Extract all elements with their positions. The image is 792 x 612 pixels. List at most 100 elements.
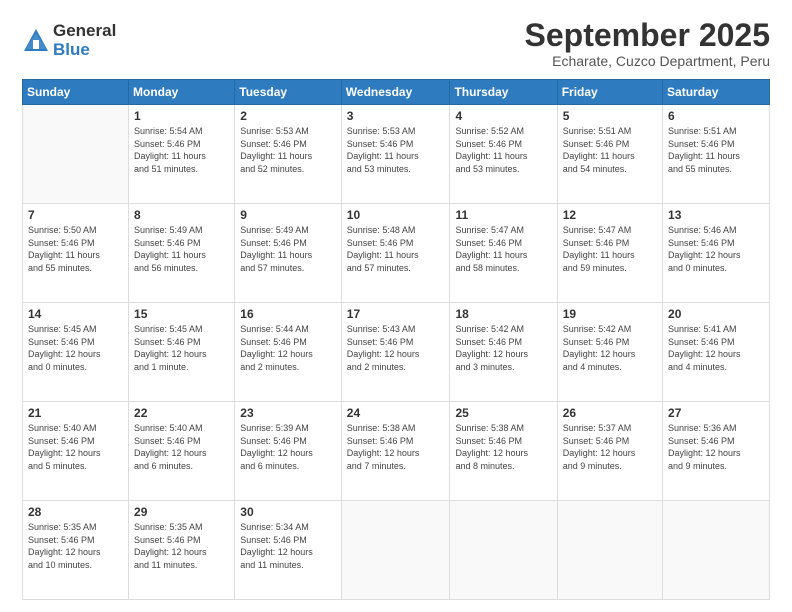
calendar-cell: 14 Sunrise: 5:45 AM Sunset: 5:46 PM Dayli… [23,303,129,402]
day-number: 14 [28,307,123,321]
calendar-cell: 18 Sunrise: 5:42 AM Sunset: 5:46 PM Dayli… [450,303,557,402]
day-number: 24 [347,406,445,420]
calendar-body: 1 Sunrise: 5:54 AM Sunset: 5:46 PM Daylig… [23,105,770,600]
day-header-sunday: Sunday [23,80,129,105]
day-info: Sunrise: 5:49 AM Sunset: 5:46 PM Dayligh… [240,224,336,274]
logo-blue: Blue [53,41,116,60]
day-info: Sunrise: 5:47 AM Sunset: 5:46 PM Dayligh… [455,224,551,274]
calendar-cell: 17 Sunrise: 5:43 AM Sunset: 5:46 PM Dayli… [341,303,450,402]
calendar-cell: 22Sunrise: 5:40 AM Sunset: 5:46 PM Dayli… [129,402,235,501]
calendar: SundayMondayTuesdayWednesdayThursdayFrid… [22,79,770,600]
day-header-tuesday: Tuesday [235,80,342,105]
calendar-cell: 15Sunrise: 5:45 AM Sunset: 5:46 PM Dayli… [129,303,235,402]
calendar-cell: 5 Sunrise: 5:51 AM Sunset: 5:46 PM Daylig… [557,105,662,204]
calendar-cell: 6Sunrise: 5:51 AM Sunset: 5:46 PM Daylig… [663,105,770,204]
calendar-cell: 9Sunrise: 5:49 AM Sunset: 5:46 PM Daylig… [235,204,342,303]
day-number: 29 [134,505,229,519]
calendar-cell: 24 Sunrise: 5:38 AM Sunset: 5:46 PM Dayli… [341,402,450,501]
day-info: Sunrise: 5:35 AM Sunset: 5:46 PM Dayligh… [28,521,123,571]
day-number: 3 [347,109,445,123]
day-number: 6 [668,109,764,123]
day-number: 1 [134,109,229,123]
day-info: Sunrise: 5:49 AM Sunset: 5:46 PM Dayligh… [134,224,229,274]
logo-general: General [53,22,116,41]
day-info: Sunrise: 5:50 AM Sunset: 5:46 PM Dayligh… [28,224,123,274]
day-number: 30 [240,505,336,519]
calendar-cell [450,501,557,600]
day-number: 13 [668,208,764,222]
day-number: 18 [455,307,551,321]
day-header-saturday: Saturday [663,80,770,105]
calendar-cell: 1 Sunrise: 5:54 AM Sunset: 5:46 PM Daylig… [129,105,235,204]
calendar-header: SundayMondayTuesdayWednesdayThursdayFrid… [23,80,770,105]
day-info: Sunrise: 5:36 AM Sunset: 5:46 PM Dayligh… [668,422,764,472]
week-row-4: 28 Sunrise: 5:35 AM Sunset: 5:46 PM Dayli… [23,501,770,600]
day-info: Sunrise: 5:53 AM Sunset: 5:46 PM Dayligh… [240,125,336,175]
calendar-cell [23,105,129,204]
day-number: 16 [240,307,336,321]
day-number: 12 [563,208,657,222]
calendar-cell: 11Sunrise: 5:47 AM Sunset: 5:46 PM Dayli… [450,204,557,303]
calendar-cell: 2 Sunrise: 5:53 AM Sunset: 5:46 PM Daylig… [235,105,342,204]
day-info: Sunrise: 5:52 AM Sunset: 5:46 PM Dayligh… [455,125,551,175]
week-row-2: 14 Sunrise: 5:45 AM Sunset: 5:46 PM Dayli… [23,303,770,402]
day-number: 4 [455,109,551,123]
day-number: 20 [668,307,764,321]
calendar-cell: 8Sunrise: 5:49 AM Sunset: 5:46 PM Daylig… [129,204,235,303]
week-row-0: 1 Sunrise: 5:54 AM Sunset: 5:46 PM Daylig… [23,105,770,204]
calendar-cell [663,501,770,600]
day-info: Sunrise: 5:43 AM Sunset: 5:46 PM Dayligh… [347,323,445,373]
day-header-wednesday: Wednesday [341,80,450,105]
calendar-cell: 23Sunrise: 5:39 AM Sunset: 5:46 PM Dayli… [235,402,342,501]
day-number: 10 [347,208,445,222]
calendar-cell: 20 Sunrise: 5:41 AM Sunset: 5:46 PM Dayli… [663,303,770,402]
day-info: Sunrise: 5:51 AM Sunset: 5:46 PM Dayligh… [563,125,657,175]
day-info: Sunrise: 5:42 AM Sunset: 5:46 PM Dayligh… [563,323,657,373]
day-number: 2 [240,109,336,123]
title-block: September 2025 Echarate, Cuzco Departmen… [525,18,770,69]
calendar-cell: 10 Sunrise: 5:48 AM Sunset: 5:46 PM Dayli… [341,204,450,303]
day-info: Sunrise: 5:35 AM Sunset: 5:46 PM Dayligh… [134,521,229,571]
calendar-cell: 19 Sunrise: 5:42 AM Sunset: 5:46 PM Dayli… [557,303,662,402]
location-subtitle: Echarate, Cuzco Department, Peru [525,53,770,69]
calendar-cell: 12 Sunrise: 5:47 AM Sunset: 5:46 PM Dayli… [557,204,662,303]
day-number: 27 [668,406,764,420]
logo-text: General Blue [53,22,116,59]
day-info: Sunrise: 5:46 AM Sunset: 5:46 PM Dayligh… [668,224,764,274]
calendar-cell: 16 Sunrise: 5:44 AM Sunset: 5:46 PM Dayli… [235,303,342,402]
calendar-cell: 3 Sunrise: 5:53 AM Sunset: 5:46 PM Daylig… [341,105,450,204]
day-number: 25 [455,406,551,420]
day-info: Sunrise: 5:48 AM Sunset: 5:46 PM Dayligh… [347,224,445,274]
calendar-cell: 27 Sunrise: 5:36 AM Sunset: 5:46 PM Dayli… [663,402,770,501]
day-number: 19 [563,307,657,321]
day-info: Sunrise: 5:41 AM Sunset: 5:46 PM Dayligh… [668,323,764,373]
logo: General Blue [22,22,116,59]
calendar-cell: 25 Sunrise: 5:38 AM Sunset: 5:46 PM Dayli… [450,402,557,501]
day-info: Sunrise: 5:47 AM Sunset: 5:46 PM Dayligh… [563,224,657,274]
day-info: Sunrise: 5:38 AM Sunset: 5:46 PM Dayligh… [347,422,445,472]
page: General Blue September 2025 Echarate, Cu… [0,0,792,612]
day-info: Sunrise: 5:38 AM Sunset: 5:46 PM Dayligh… [455,422,551,472]
day-info: Sunrise: 5:45 AM Sunset: 5:46 PM Dayligh… [28,323,123,373]
day-number: 5 [563,109,657,123]
day-info: Sunrise: 5:44 AM Sunset: 5:46 PM Dayligh… [240,323,336,373]
day-info: Sunrise: 5:45 AM Sunset: 5:46 PM Dayligh… [134,323,229,373]
day-number: 7 [28,208,123,222]
day-number: 28 [28,505,123,519]
day-info: Sunrise: 5:53 AM Sunset: 5:46 PM Dayligh… [347,125,445,175]
logo-icon [22,27,50,55]
day-number: 22 [134,406,229,420]
day-info: Sunrise: 5:42 AM Sunset: 5:46 PM Dayligh… [455,323,551,373]
day-header-thursday: Thursday [450,80,557,105]
day-number: 17 [347,307,445,321]
week-row-3: 21Sunrise: 5:40 AM Sunset: 5:46 PM Dayli… [23,402,770,501]
day-number: 26 [563,406,657,420]
day-header-friday: Friday [557,80,662,105]
calendar-cell: 29 Sunrise: 5:35 AM Sunset: 5:46 PM Dayli… [129,501,235,600]
day-number: 23 [240,406,336,420]
month-title: September 2025 [525,18,770,53]
calendar-cell: 4 Sunrise: 5:52 AM Sunset: 5:46 PM Daylig… [450,105,557,204]
calendar-cell: 21Sunrise: 5:40 AM Sunset: 5:46 PM Dayli… [23,402,129,501]
day-info: Sunrise: 5:54 AM Sunset: 5:46 PM Dayligh… [134,125,229,175]
header-row: SundayMondayTuesdayWednesdayThursdayFrid… [23,80,770,105]
